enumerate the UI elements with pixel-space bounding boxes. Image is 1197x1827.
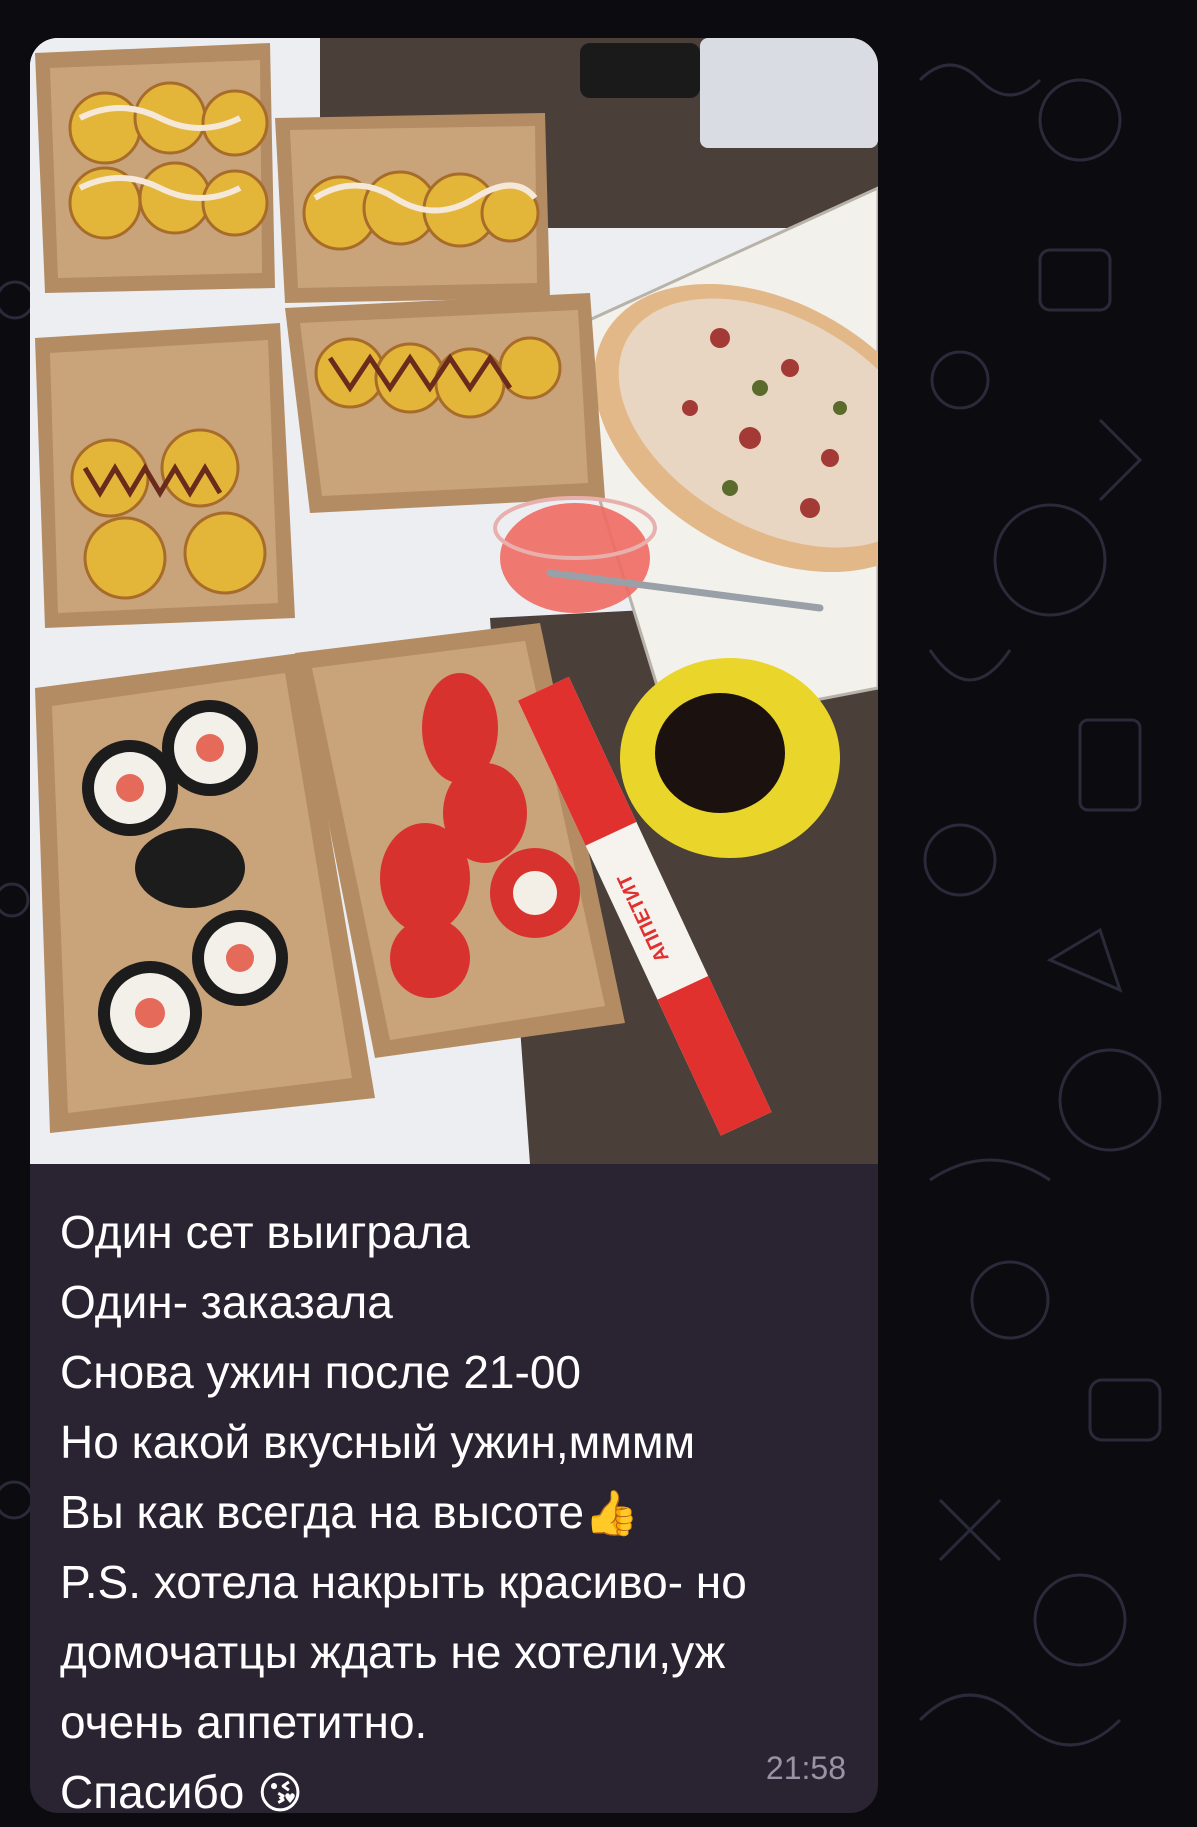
message-line: Но какой вкусный ужин,мммм <box>60 1408 860 1478</box>
message-text: Один сет выиграла Один- заказала Снова у… <box>60 1198 860 1813</box>
message-line: Спасибо 😘 <box>60 1758 860 1813</box>
line-text: очень аппетитно. <box>60 1696 428 1748</box>
dinner-photo-illustration: АППЕТИТ <box>30 38 878 1164</box>
message-timestamp: 21:58 <box>765 1750 846 1786</box>
line-text: Один- заказала <box>60 1276 393 1328</box>
message-line: Вы как всегда на высоте👍 <box>60 1478 860 1548</box>
message-line: Снова ужин после 21-00 <box>60 1338 860 1408</box>
line-text: Спасибо <box>60 1766 258 1813</box>
message-line: Один сет выиграла <box>60 1198 860 1268</box>
line-text: Но какой вкусный ужин,мммм <box>60 1416 696 1468</box>
message-photo[interactable]: АППЕТИТ <box>30 38 878 1164</box>
message-line: P.S. хотела накрыть красиво- но <box>60 1548 860 1618</box>
line-text: Снова ужин после 21-00 <box>60 1346 582 1398</box>
message-line: домочатцы ждать не хотели,уж <box>60 1618 860 1688</box>
message-line: Один- заказала <box>60 1268 860 1338</box>
message-line: очень аппетитно. <box>60 1688 860 1758</box>
line-text: Один сет выиграла <box>60 1206 470 1258</box>
line-text: P.S. хотела накрыть красиво- но <box>60 1556 747 1608</box>
line-text: Вы как всегда на высоте <box>60 1486 585 1538</box>
message-bubble[interactable]: АППЕТИТ Один сет выиграла Один- заказала… <box>30 38 878 1813</box>
thumbs-up-icon: 👍 <box>584 1488 639 1539</box>
line-text: домочатцы ждать не хотели,уж <box>60 1626 726 1678</box>
kiss-face-icon: 😘 <box>257 1768 303 1813</box>
